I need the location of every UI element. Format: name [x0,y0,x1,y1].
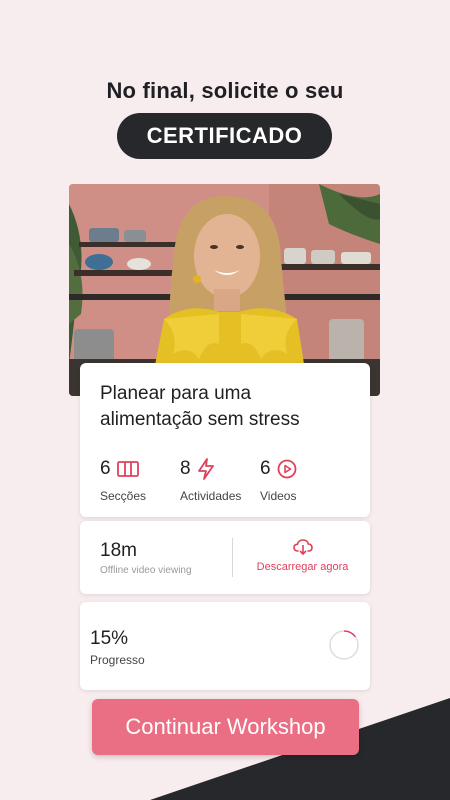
offline-card: 18m Offline video viewing Descarregar ag… [80,521,370,594]
stat-videos-value: 6 [260,458,271,479]
stat-sections: 6 Secções [100,457,146,503]
progress-card: 15% Progresso [80,602,370,690]
columns-icon [116,461,139,477]
progress-ring [329,630,359,660]
continue-workshop-button[interactable]: Continuar Workshop [92,699,359,755]
stat-videos: 6 Videos [260,457,297,503]
stat-sections-value: 6 [100,458,111,479]
course-title: Planear para uma alimentação sem stress [100,383,300,430]
stat-activities: 8 Actividades [180,457,241,503]
stat-videos-label: Videos [260,489,297,503]
offline-caption: Offline video viewing [100,565,192,576]
certificate-badge: CERTIFICADO [117,113,332,159]
stat-activities-label: Actividades [180,489,242,503]
cloud-download-icon [292,539,313,555]
download-label: Descarregar agora [256,561,349,573]
stat-activities-value: 8 [180,458,191,479]
play-circle-icon [277,459,296,479]
divider [232,538,233,577]
lightning-icon [197,458,214,480]
offline-duration: 18m [100,540,137,561]
progress-label: Progresso [90,653,145,667]
stat-sections-label: Secções [100,489,147,503]
download-button[interactable]: Descarregar agora [235,537,370,573]
progress-value: 15% [90,628,129,649]
headline: No final, solicite o seu [106,78,344,103]
course-card[interactable]: Planear para uma alimentação sem stress … [80,363,370,517]
